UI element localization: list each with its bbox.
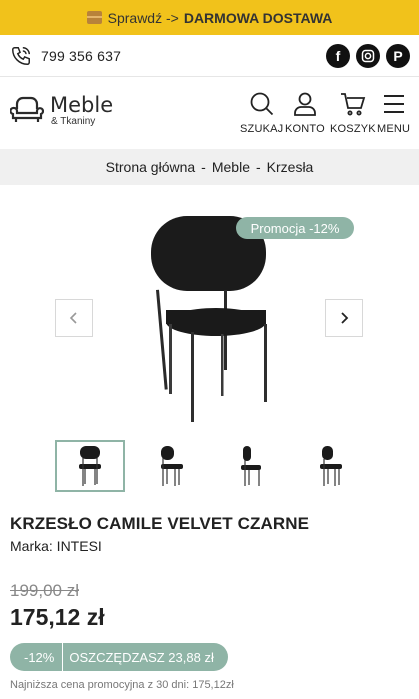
pinterest-icon[interactable]: P — [386, 44, 410, 68]
nav-account[interactable]: KONTO — [285, 91, 325, 135]
sofa-icon — [10, 96, 44, 122]
gallery-prev-button[interactable] — [55, 299, 93, 337]
instagram-icon[interactable] — [356, 44, 380, 68]
nav-cart-label: KOSZYK — [330, 123, 376, 135]
thumbnail[interactable] — [55, 440, 125, 492]
product-brand[interactable]: Marka: INTESI — [10, 538, 102, 554]
nav-menu[interactable]: MENU — [377, 91, 410, 135]
discount-percent: -12% — [10, 643, 64, 671]
hamburger-icon — [383, 95, 404, 113]
site-logo[interactable]: Meble & Tkaniny — [10, 95, 113, 128]
promo-badge: Promocja -12% — [236, 217, 354, 239]
package-icon — [86, 11, 102, 24]
breadcrumb-home[interactable]: Strona główna — [106, 159, 196, 175]
chevron-left-icon — [69, 312, 77, 324]
cart-icon — [340, 93, 366, 116]
user-icon — [294, 92, 316, 116]
logo-name: Meble — [50, 93, 114, 117]
phone-icon[interactable] — [10, 45, 32, 67]
site-header: Meble & Tkaniny SZUKAJ KONTO KOSZYK MENU — [0, 77, 419, 149]
current-price: 175,12 zł — [10, 604, 105, 630]
contact-row: 799 356 637 f P — [0, 35, 419, 77]
chevron-right-icon — [341, 312, 349, 324]
nav-cart[interactable]: KOSZYK — [330, 91, 376, 135]
nav-menu-label: MENU — [377, 123, 411, 135]
discount-pill: -12% OSZCZĘDZASZ 23,88 zł — [10, 643, 228, 671]
nav-search[interactable]: SZUKAJ — [240, 91, 283, 135]
product-title: KRZESŁO CAMILE VELVET CZARNE — [10, 514, 310, 533]
product-image[interactable] — [96, 206, 324, 426]
nav-search-label: SZUKAJ — [240, 123, 284, 135]
breadcrumb-separator: - — [255, 159, 261, 175]
search-icon — [250, 92, 273, 116]
nav-account-label: KONTO — [285, 123, 325, 135]
old-price: 199,00 zł — [10, 581, 79, 600]
logo-subtitle: & Tkaniny — [51, 116, 96, 127]
gallery-next-button[interactable] — [325, 299, 363, 337]
breadcrumb-current[interactable]: Krzesła — [267, 159, 314, 175]
product-gallery: Promocja -12% — [0, 186, 419, 436]
thumbnail-strip — [0, 440, 419, 494]
phone-number[interactable]: 799 356 637 — [41, 48, 121, 64]
facebook-icon[interactable]: f — [326, 44, 350, 68]
savings-amount: OSZCZĘDZASZ 23,88 zł — [69, 649, 214, 665]
promo-text: Sprawdź -> — [107, 9, 179, 26]
promo-bar[interactable]: Sprawdź -> DARMOWA DOSTAWA — [0, 0, 419, 35]
thumbnail[interactable] — [135, 440, 205, 492]
thumbnail[interactable] — [215, 440, 285, 492]
lowest-price-note: Najniższa cena promocyjna z 30 dni: 175,… — [10, 679, 234, 691]
thumbnail[interactable] — [295, 440, 365, 492]
promo-highlight: DARMOWA DOSTAWA — [183, 9, 333, 26]
breadcrumb-separator: - — [201, 159, 206, 175]
breadcrumb-meble[interactable]: Meble — [212, 159, 250, 175]
breadcrumb: Strona główna - Meble - Krzesła — [0, 149, 419, 185]
